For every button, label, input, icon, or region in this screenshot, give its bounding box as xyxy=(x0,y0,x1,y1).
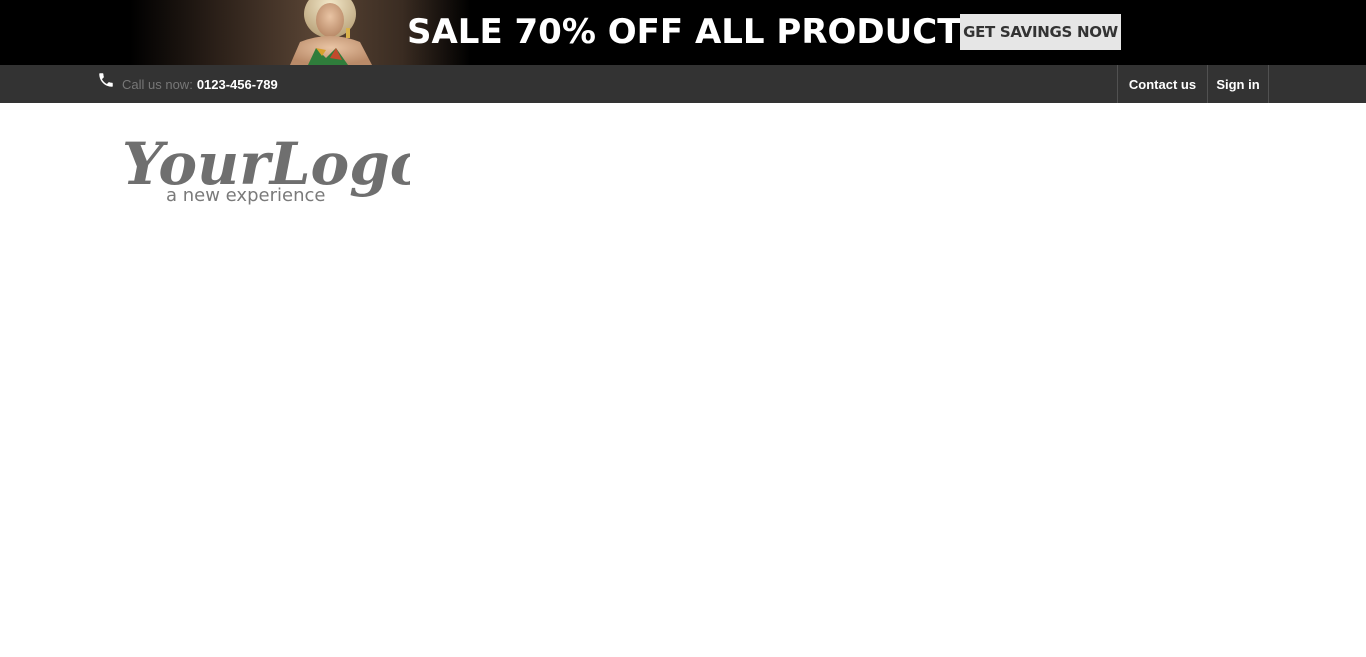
promo-banner[interactable]: SALE 70% OFF ALL PRODUCTS GET SAVINGS NO… xyxy=(0,0,1366,65)
logo-tagline: a new experience xyxy=(166,185,325,206)
get-savings-button[interactable]: GET SAVINGS NOW xyxy=(960,14,1121,50)
phone-icon xyxy=(97,71,115,89)
promo-headline: SALE 70% OFF ALL PRODUCTS xyxy=(407,12,985,52)
header-links: Contact us Sign in xyxy=(1117,65,1269,103)
top-nav-bar: Call us now: 0123-456-789 Contact us Sig… xyxy=(0,65,1366,103)
call-us-info: Call us now: 0123-456-789 xyxy=(97,65,278,103)
phone-number: 0123-456-789 xyxy=(196,76,278,92)
contact-us-link[interactable]: Contact us xyxy=(1118,65,1208,103)
call-us-label: Call us now: xyxy=(122,76,193,92)
sign-in-link[interactable]: Sign in xyxy=(1208,65,1269,103)
site-logo[interactable]: YourLogo a new experience xyxy=(120,122,410,212)
